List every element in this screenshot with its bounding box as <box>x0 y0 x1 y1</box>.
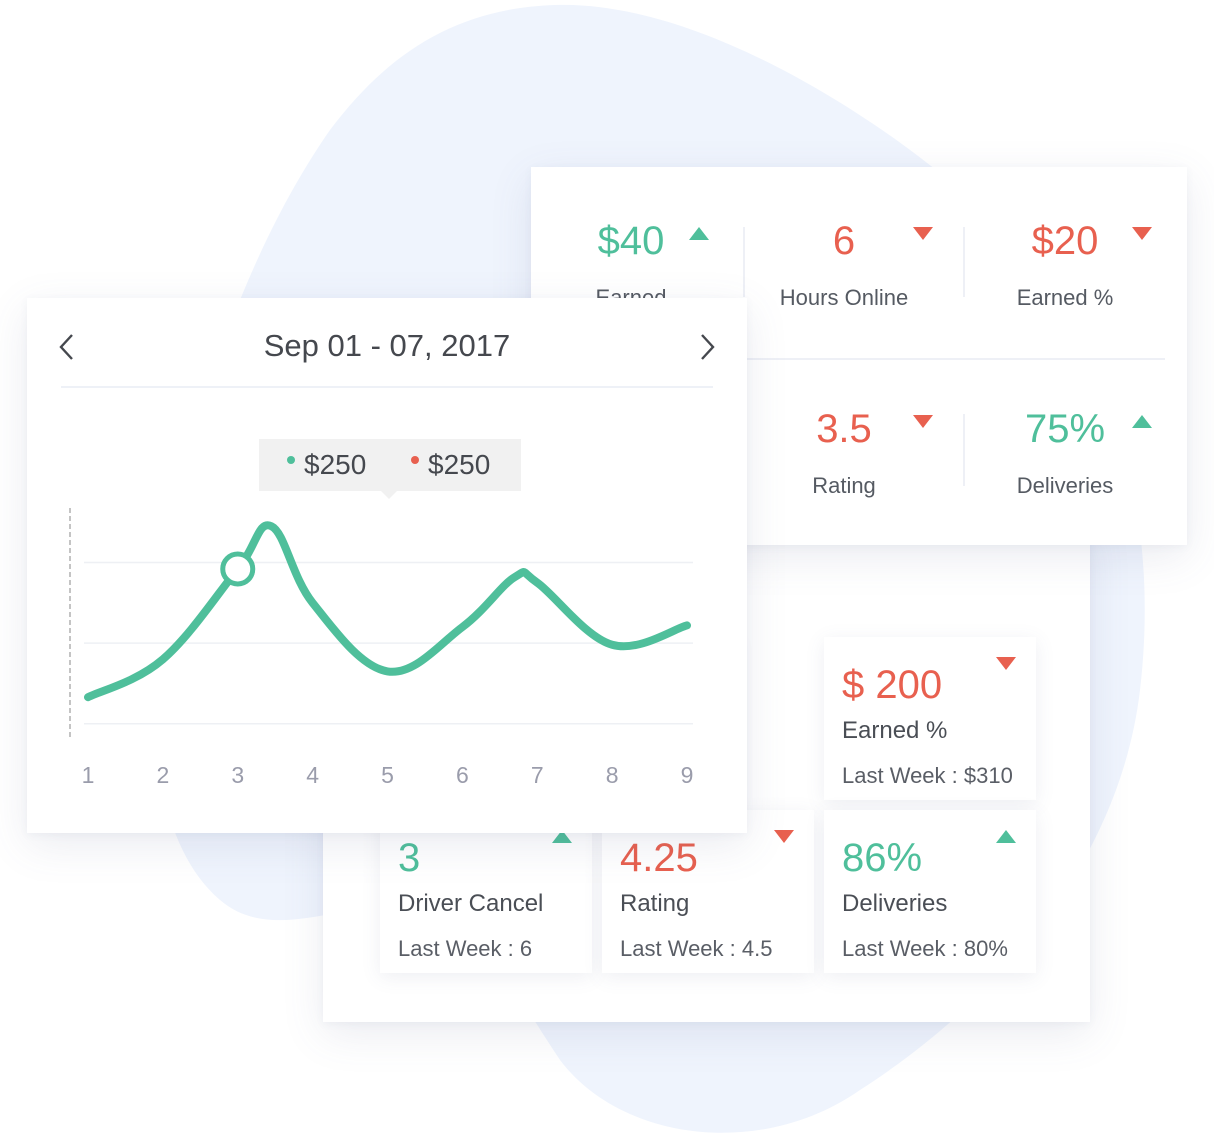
card-earned-percent[interactable]: $ 200 Earned % Last Week : $310 <box>824 637 1036 800</box>
card-last-week: Last Week : 4.5 <box>620 936 773 961</box>
trend-down-icon <box>913 415 933 428</box>
stat-label: Deliveries <box>1016 473 1114 498</box>
green-dot-icon <box>287 456 295 464</box>
stat-label: Rating <box>812 473 876 498</box>
card-last-week: Last Week : 6 <box>398 936 533 961</box>
chart-tooltip: $250 $250 <box>259 439 521 499</box>
tooltip-item-green: $250 <box>287 449 366 481</box>
x-tick-label: 5 <box>381 762 394 788</box>
trend-down-icon <box>996 657 1016 670</box>
stat-value: 3.5 <box>816 407 872 451</box>
card-last-week: Last Week : $310 <box>842 763 1013 788</box>
trend-down-icon <box>913 227 933 240</box>
stat-value: $40 <box>597 219 665 263</box>
card-deliveries[interactable]: 86% Deliveries Last Week : 80% <box>824 810 1036 973</box>
trend-up-icon <box>689 227 709 240</box>
x-tick-label: 4 <box>306 762 319 788</box>
tooltip-value: $250 <box>428 449 491 480</box>
stat-value: 75% <box>1024 407 1106 451</box>
tooltip-arrow <box>381 491 397 499</box>
x-tick-label: 6 <box>456 762 469 788</box>
line-chart: 1 2 3 4 5 6 7 8 9 <box>69 508 694 788</box>
x-tick-label: 8 <box>606 762 619 788</box>
series-line-earnings <box>84 521 691 702</box>
stat-value: $20 <box>1031 219 1099 263</box>
x-tick-label: 2 <box>156 762 169 788</box>
x-tick-label: 3 <box>231 762 244 788</box>
red-dot-icon <box>411 456 419 464</box>
card-value: 4.25 <box>620 836 698 880</box>
card-label: Earned % <box>842 717 948 744</box>
card-rating[interactable]: 4.25 Rating Last Week : 4.5 <box>602 810 814 973</box>
stat-label: Earned % <box>1016 285 1114 310</box>
card-value: $ 200 <box>842 663 943 707</box>
stat-label: Hours Online <box>779 285 909 310</box>
card-value: 86% <box>842 836 923 880</box>
stat-value: 6 <box>832 219 856 263</box>
x-tick-label: 7 <box>531 762 544 788</box>
card-label: Driver Cancel <box>398 890 544 917</box>
card-last-week: Last Week : 80% <box>842 936 1008 961</box>
card-label: Rating <box>620 890 690 917</box>
x-tick-label: 9 <box>681 762 694 788</box>
x-tick-label: 1 <box>82 762 95 788</box>
card-value: 3 <box>398 836 421 880</box>
trend-up-icon <box>1132 415 1152 428</box>
card-label: Deliveries <box>842 890 948 917</box>
trend-down-icon <box>1132 227 1152 240</box>
highlighted-data-point[interactable] <box>220 551 256 587</box>
trend-up-icon <box>996 830 1016 843</box>
tooltip-item-red: $250 <box>411 449 490 481</box>
card-driver-cancel[interactable]: 3 Driver Cancel Last Week : 6 <box>380 810 592 973</box>
weekly-chart-panel: Sep 01 - 07, 2017 123456789 $250 $250 <box>27 298 747 833</box>
trend-down-icon <box>774 830 794 843</box>
tooltip-value: $250 <box>304 449 367 480</box>
